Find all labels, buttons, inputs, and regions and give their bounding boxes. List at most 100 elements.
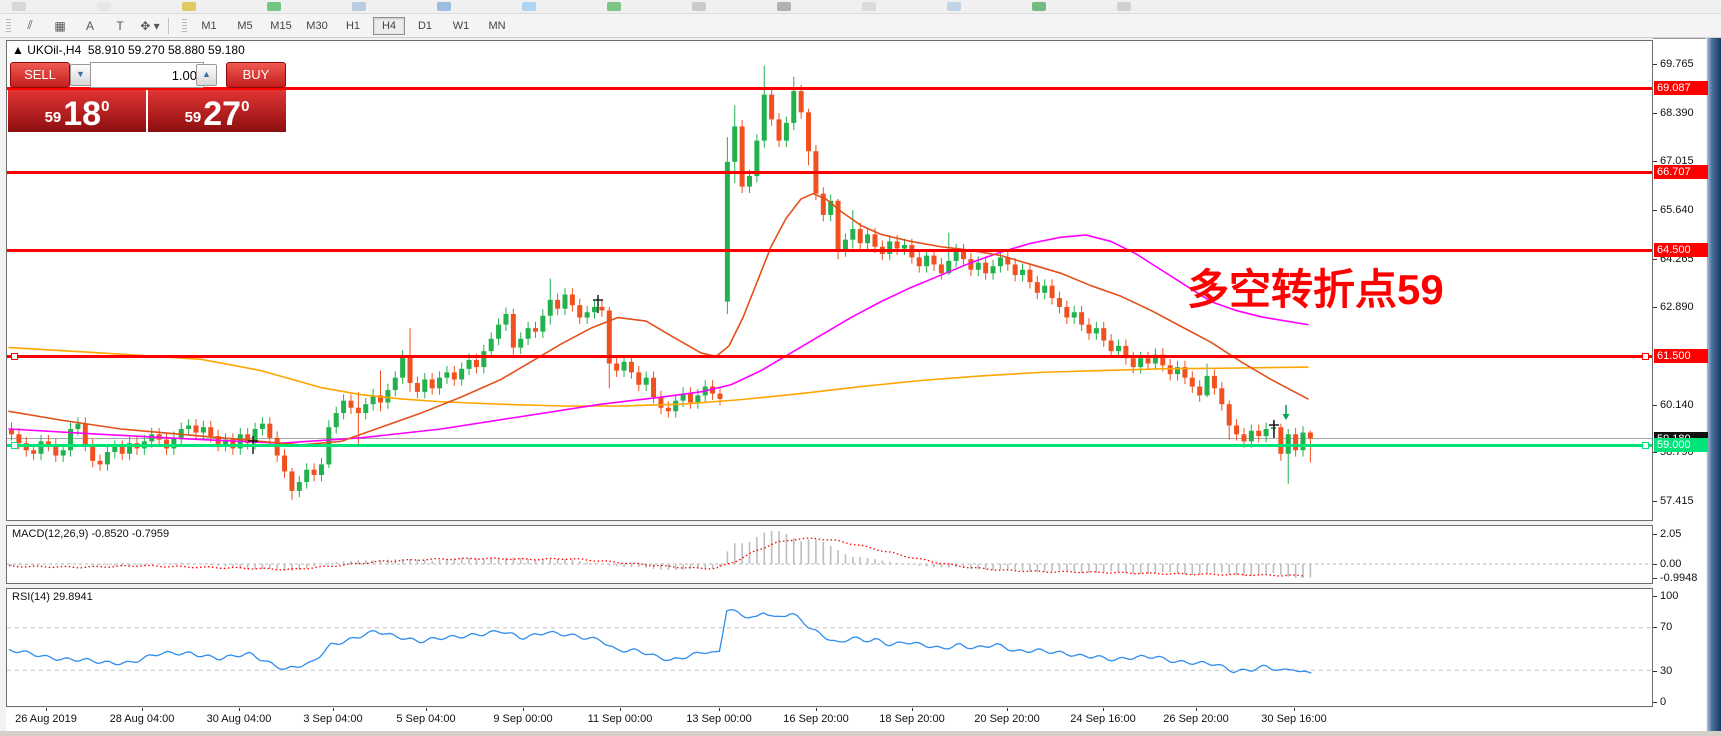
buy-price-prefix: 59: [185, 109, 202, 126]
indicator-tick-mark: [1653, 578, 1657, 579]
time-tick-mark: [816, 708, 817, 711]
time-tick-label: 11 Sep 00:00: [588, 713, 653, 725]
toolbar-icon-11[interactable]: [947, 2, 961, 11]
line-drag-handle[interactable]: [1642, 353, 1649, 360]
price-tick-mark: [1653, 307, 1657, 308]
sell-arrow-icon[interactable]: [1283, 405, 1290, 420]
volume-input[interactable]: [90, 62, 204, 88]
indicator-tick-mark: [1653, 564, 1657, 565]
timeframe-button-m1[interactable]: M1: [193, 17, 225, 35]
timeframe-button-mn[interactable]: MN: [481, 17, 513, 35]
timeframe-button-d1[interactable]: D1: [409, 17, 441, 35]
price-tick-mark: [1653, 161, 1657, 162]
resistance-line-64.5[interactable]: [7, 249, 1652, 252]
time-tick-label: 20 Sep 20:00: [974, 713, 1039, 725]
one-click-trading-panel: SELL ▼ ▲ BUY 59 18 0 59 27 0: [8, 60, 286, 132]
rsi-canvas[interactable]: [7, 589, 1652, 706]
indicator-tick-mark: [1653, 534, 1657, 535]
volume-increase-button[interactable]: ▲: [196, 64, 217, 86]
toolbar-separator: [168, 18, 169, 34]
time-axis[interactable]: 26 Aug 201928 Aug 04:0030 Aug 04:003 Sep…: [6, 708, 1653, 731]
toolbar-icon-2[interactable]: [182, 2, 196, 11]
price-tick-label: 57.415: [1660, 495, 1694, 507]
timeframe-button-w1[interactable]: W1: [445, 17, 477, 35]
indicator-tick-label: 100: [1660, 590, 1678, 602]
macd-label: MACD(12,26,9) -0.8520 -0.7959: [12, 528, 169, 540]
support-line-59[interactable]: [7, 444, 1652, 447]
price-level-badge-64.500: 64.500: [1654, 243, 1708, 257]
text-tool-icon[interactable]: A: [79, 17, 101, 35]
buy-price-big-digits: 27: [203, 99, 241, 129]
price-axis[interactable]: 69.76568.39067.01565.64064.26562.89060.1…: [1653, 38, 1706, 733]
timeframe-button-h4[interactable]: H4: [373, 17, 405, 35]
time-tick-label: 13 Sep 00:00: [686, 713, 751, 725]
toolbar-icon-13[interactable]: [1117, 2, 1131, 11]
text-label-tool-icon[interactable]: T: [109, 17, 131, 35]
sell-price-big-digits: 18: [63, 99, 101, 129]
toolbar-icon-12[interactable]: [1032, 2, 1046, 11]
buy-button[interactable]: BUY: [226, 62, 286, 88]
indicator-tick-label: 0: [1660, 696, 1666, 708]
toolbar-icon-5[interactable]: [437, 2, 451, 11]
time-tick-mark: [333, 708, 334, 711]
time-tick-mark: [46, 708, 47, 711]
price-tick-mark: [1653, 452, 1657, 453]
sell-price-prefix: 59: [45, 109, 62, 126]
rsi-label: RSI(14) 29.8941: [12, 591, 93, 603]
toolbar-icon-6[interactable]: [522, 2, 536, 11]
toolbar-grip-2[interactable]: [182, 19, 187, 33]
line-drag-handle[interactable]: [11, 442, 18, 449]
toolbar-icon-10[interactable]: [862, 2, 876, 11]
sell-price-tile[interactable]: 59 18 0: [8, 90, 146, 132]
toolbar-icon-4[interactable]: [352, 2, 366, 11]
toolbar-icon-0[interactable]: [12, 2, 26, 11]
arrows-tool-icon[interactable]: ✥ ▾: [139, 17, 161, 35]
line-drag-handle[interactable]: [1642, 442, 1649, 449]
timeframe-button-m15[interactable]: M15: [265, 17, 297, 35]
time-tick-mark: [1007, 708, 1008, 711]
toolbar-icon-9[interactable]: [777, 2, 791, 11]
time-tick-label: 24 Sep 16:00: [1070, 713, 1135, 725]
volume-decrease-button[interactable]: ▼: [70, 64, 91, 86]
timeframe-button-m30[interactable]: M30: [301, 17, 333, 35]
resistance-line-61.5[interactable]: [7, 355, 1652, 358]
resistance-line-66.707[interactable]: [7, 171, 1652, 174]
indicator-tick-label: 30: [1660, 665, 1672, 677]
macd-indicator-pane[interactable]: MACD(12,26,9) -0.8520 -0.7959: [6, 525, 1653, 584]
sell-button[interactable]: SELL: [10, 62, 70, 88]
price-tick-mark: [1653, 259, 1657, 260]
price-tick-mark: [1653, 64, 1657, 65]
time-tick-mark: [239, 708, 240, 711]
collapse-arrow-icon[interactable]: ▲: [12, 43, 24, 57]
chart-text-annotation[interactable]: 多空转折点59: [1187, 256, 1444, 317]
indicator-tick-mark: [1653, 702, 1657, 703]
macd-canvas[interactable]: [7, 526, 1652, 583]
time-tick-mark: [426, 708, 427, 711]
cross-marker[interactable]: [1269, 420, 1279, 438]
indicator-tick-mark: [1653, 596, 1657, 597]
toolbar-icon-8[interactable]: [692, 2, 706, 11]
price-tick-mark: [1653, 210, 1657, 211]
fibonacci-grid-tool-icon[interactable]: ▦: [49, 17, 71, 35]
time-tick-mark: [620, 708, 621, 711]
toolbar-icon-7[interactable]: [607, 2, 621, 11]
trading-terminal-window: { "top_strip": { "icon_colors": ["#c9c9c…: [0, 0, 1721, 736]
time-tick-label: 16 Sep 20:00: [783, 713, 848, 725]
price-tick-label: 62.890: [1660, 301, 1694, 313]
price-level-badge-69.087: 69.087: [1654, 81, 1708, 95]
toolbar-icon-3[interactable]: [267, 2, 281, 11]
line-drag-handle[interactable]: [11, 353, 18, 360]
toolbar-icon-1[interactable]: [97, 2, 111, 11]
timeframe-button-m5[interactable]: M5: [229, 17, 261, 35]
buy-price-tile[interactable]: 59 27 0: [148, 90, 286, 132]
indicator-tick-label: 2.05: [1660, 528, 1681, 540]
crosshair-lines-tool-icon[interactable]: ⫽: [19, 17, 41, 35]
time-tick-mark: [1294, 708, 1295, 711]
time-tick-label: 5 Sep 04:00: [396, 713, 455, 725]
timeframe-button-h1[interactable]: H1: [337, 17, 369, 35]
price-tick-mark: [1653, 501, 1657, 502]
rsi-indicator-pane[interactable]: RSI(14) 29.8941: [6, 588, 1653, 707]
symbol-name: UKOil-,H4: [27, 43, 81, 57]
buy-price-pip-digit: 0: [241, 98, 249, 115]
indicator-tick-label: 70: [1660, 621, 1672, 633]
